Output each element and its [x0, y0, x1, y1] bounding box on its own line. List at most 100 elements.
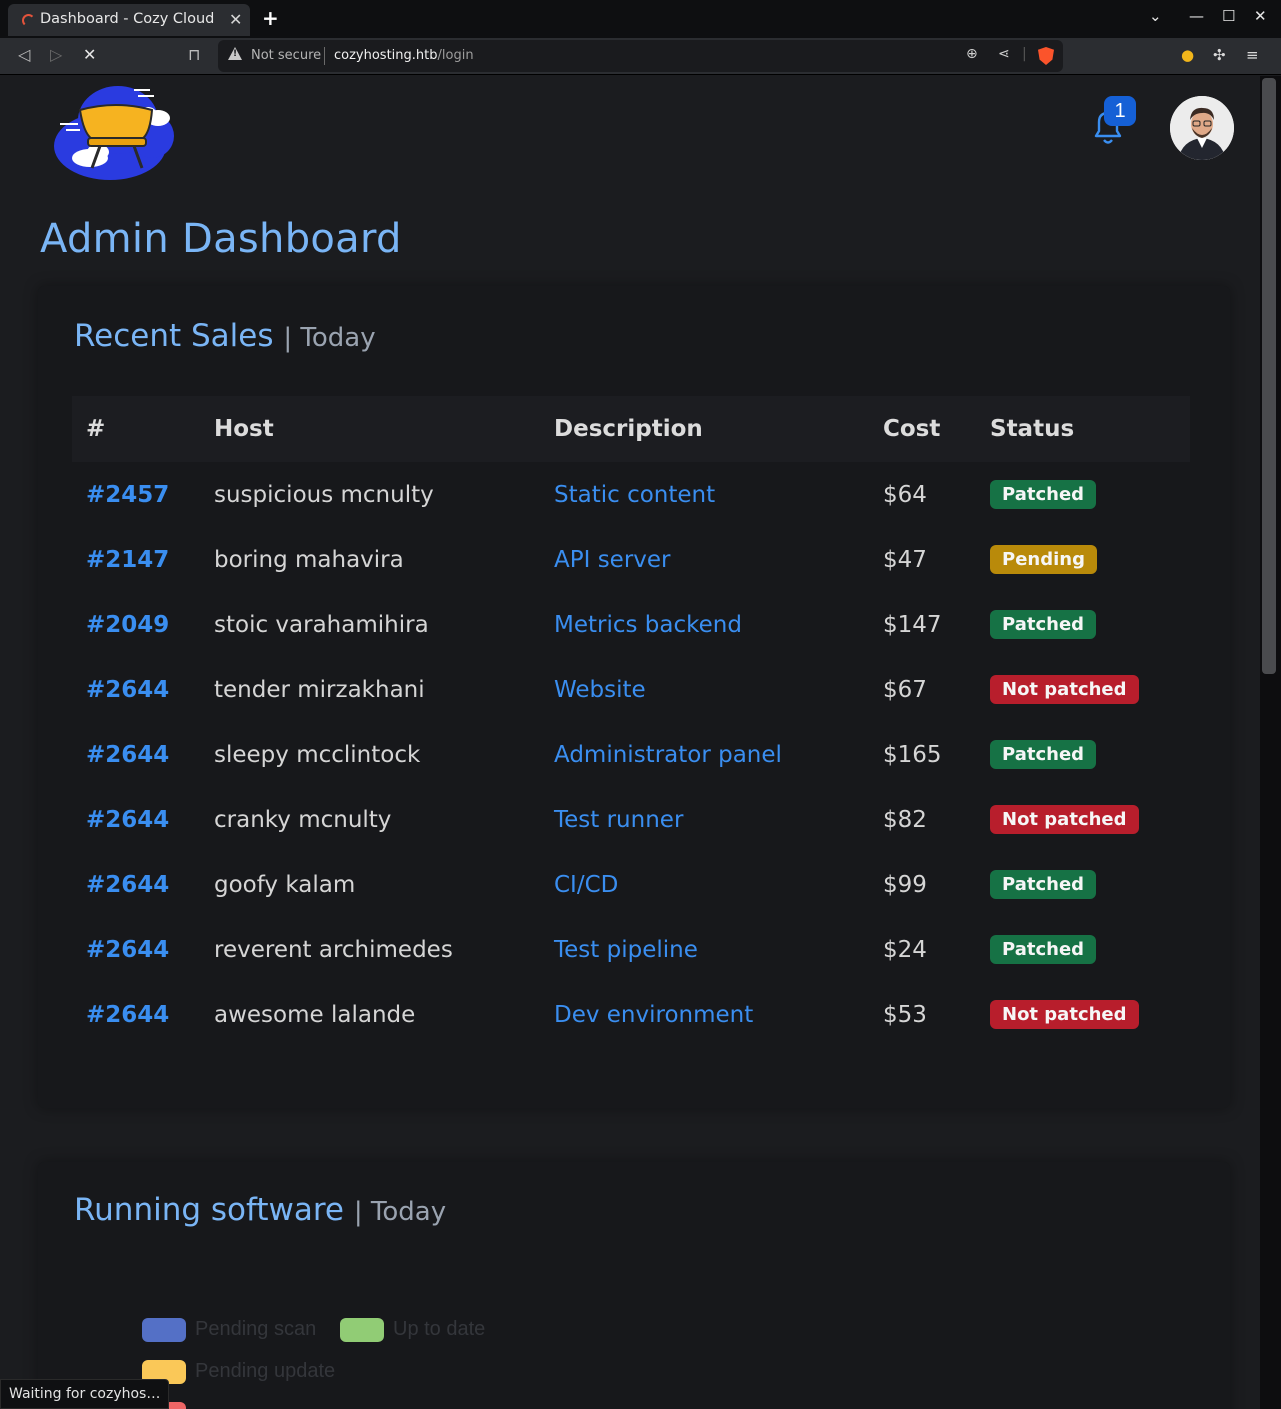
order-id-link[interactable]: #2147: [72, 527, 200, 592]
column-header-host[interactable]: Host: [200, 396, 540, 462]
recent-sales-table: # Host Description Cost Status #2457 sus…: [72, 396, 1190, 1047]
brave-shields-icon[interactable]: [1038, 47, 1054, 65]
url-separator: |: [1022, 46, 1027, 62]
url-path: /login: [437, 48, 474, 63]
zoom-icon[interactable]: ⊕: [966, 46, 978, 62]
security-label[interactable]: Not secure: [251, 48, 321, 63]
back-icon[interactable]: ◁: [18, 45, 30, 64]
recent-sales-heading: Recent Sales | Today: [74, 318, 376, 354]
status-cell: Patched: [976, 722, 1190, 787]
legend-swatch: [340, 1318, 384, 1342]
host-cell: awesome lalande: [214, 1001, 416, 1028]
cost-cell: $82: [883, 806, 927, 833]
status-cell: Patched: [976, 852, 1190, 917]
menu-icon[interactable]: ≡: [1246, 46, 1259, 64]
description-link[interactable]: API server: [540, 527, 869, 592]
status-cell: Patched: [976, 592, 1190, 657]
status-cell: Not patched: [976, 982, 1190, 1047]
browser-tab[interactable]: Dashboard - Cozy Cloud ✕: [8, 4, 250, 36]
table-row: #2457 suspicious mcnulty Static content …: [72, 462, 1190, 527]
extension-icon[interactable]: ●: [1181, 46, 1194, 64]
order-id-link[interactable]: #2644: [72, 787, 200, 852]
table-row: #2644 cranky mcnulty Test runner $82 Not…: [72, 787, 1190, 852]
legend-label: Pending scan: [195, 1318, 317, 1340]
description-link[interactable]: Dev environment: [540, 982, 869, 1047]
extensions-puzzle-icon[interactable]: ✣: [1213, 46, 1226, 64]
warning-icon[interactable]: [228, 47, 242, 60]
new-tab-icon[interactable]: +: [262, 6, 279, 30]
status-cell: Patched: [976, 917, 1190, 982]
status-badge: Not patched: [990, 1000, 1139, 1029]
cost-cell: $47: [883, 546, 927, 573]
status-badge: Patched: [990, 610, 1097, 639]
cost-cell: $64: [883, 481, 927, 508]
description-link[interactable]: Administrator panel: [540, 722, 869, 787]
maximize-icon[interactable]: ☐: [1222, 7, 1235, 25]
host-cell: suspicious mcnulty: [214, 481, 434, 508]
status-badge: Patched: [990, 935, 1097, 964]
running-software-title: Running software: [74, 1192, 345, 1228]
host-cell: stoic varahamihira: [214, 611, 429, 638]
browser-status-bar: Waiting for cozyhos…: [0, 1379, 170, 1409]
column-header-description[interactable]: Description: [540, 396, 869, 462]
stop-loading-icon[interactable]: ✕: [83, 45, 96, 64]
status-badge: Patched: [990, 480, 1097, 509]
description-link[interactable]: CI/CD: [540, 852, 869, 917]
bookmark-icon[interactable]: ⊓: [188, 45, 200, 64]
order-id-link[interactable]: #2049: [72, 592, 200, 657]
notification-count-badge[interactable]: 1: [1104, 96, 1136, 126]
order-id-link[interactable]: #2644: [72, 852, 200, 917]
table-row: #2644 goofy kalam CI/CD $99 Patched: [72, 852, 1190, 917]
status-badge: Patched: [990, 870, 1097, 899]
cost-cell: $67: [883, 676, 927, 703]
status-cell: Not patched: [976, 657, 1190, 722]
cost-cell: $165: [883, 741, 942, 768]
loading-spinner-icon: [22, 14, 35, 27]
user-avatar[interactable]: [1170, 96, 1234, 160]
address-bar[interactable]: Not secure cozyhosting.htb/login ⊕ ⋖ |: [218, 40, 1063, 72]
tab-bar: Dashboard - Cozy Cloud ✕ + ⌄ — ☐ ✕: [0, 0, 1281, 38]
description-link[interactable]: Test runner: [540, 787, 869, 852]
running-software-subtitle: | Today: [353, 1197, 447, 1227]
order-id-link[interactable]: #2644: [72, 982, 200, 1047]
order-id-link[interactable]: #2644: [72, 917, 200, 982]
table-row: #2644 reverent archimedes Test pipeline …: [72, 917, 1190, 982]
table-row: #2147 boring mahavira API server $47 Pen…: [72, 527, 1190, 592]
description-link[interactable]: Metrics backend: [540, 592, 869, 657]
close-window-icon[interactable]: ✕: [1254, 7, 1267, 25]
cozy-cloud-logo[interactable]: [50, 80, 175, 184]
status-cell: Pending: [976, 527, 1190, 592]
running-software-heading: Running software | Today: [74, 1192, 446, 1228]
status-badge: Not patched: [990, 805, 1139, 834]
tab-title: Dashboard - Cozy Cloud: [40, 11, 215, 27]
description-link[interactable]: Static content: [540, 462, 869, 527]
order-id-link[interactable]: #2644: [72, 722, 200, 787]
status-cell: Patched: [976, 462, 1190, 527]
order-id-link[interactable]: #2457: [72, 462, 200, 527]
column-header-id[interactable]: #: [72, 396, 200, 462]
url-host: cozyhosting.htb: [334, 48, 438, 63]
status-badge: Not patched: [990, 675, 1139, 704]
minimize-icon[interactable]: —: [1189, 7, 1204, 25]
order-id-link[interactable]: #2644: [72, 657, 200, 722]
status-badge: Patched: [990, 740, 1097, 769]
close-tab-icon[interactable]: ✕: [229, 10, 242, 29]
browser-toolbar: ◁ ▷ ✕ ⊓ Not secure cozyhosting.htb/login…: [0, 38, 1281, 75]
url-divider: [324, 47, 325, 65]
tab-list-chevron-icon[interactable]: ⌄: [1149, 7, 1162, 25]
column-header-cost[interactable]: Cost: [869, 396, 976, 462]
host-cell: boring mahavira: [214, 546, 404, 573]
recent-sales-subtitle: | Today: [283, 323, 376, 353]
share-icon[interactable]: ⋖: [998, 46, 1010, 62]
table-row: #2644 awesome lalande Dev environment $5…: [72, 982, 1190, 1047]
table-row: #2049 stoic varahamihira Metrics backend…: [72, 592, 1190, 657]
column-header-status[interactable]: Status: [976, 396, 1190, 462]
description-link[interactable]: Test pipeline: [540, 917, 869, 982]
forward-icon[interactable]: ▷: [50, 45, 62, 64]
cost-cell: $99: [883, 871, 927, 898]
scrollbar-thumb[interactable]: [1262, 78, 1276, 674]
cost-cell: $147: [883, 611, 942, 638]
description-link[interactable]: Website: [540, 657, 869, 722]
table-row: #2644 tender mirzakhani Website $67 Not …: [72, 657, 1190, 722]
url-text[interactable]: cozyhosting.htb/login: [334, 48, 474, 63]
